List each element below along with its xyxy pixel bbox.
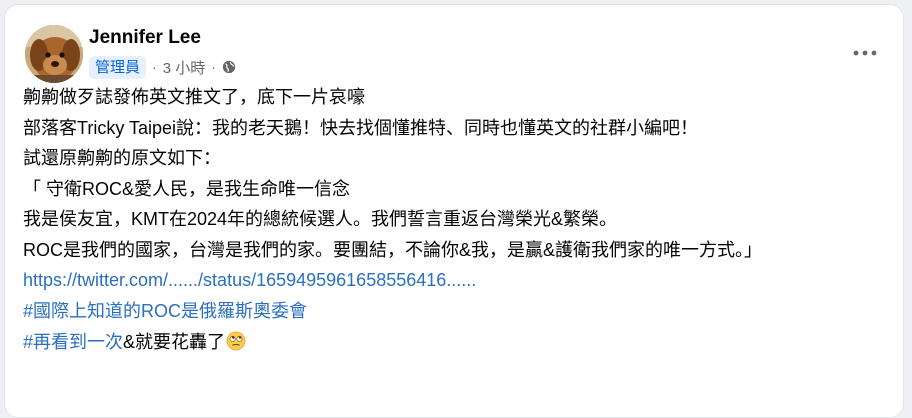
post-line: 「 守衛ROC&愛人民，是我生命唯一信念 — [23, 178, 351, 199]
hashtag-link[interactable]: #國際上知道的ROC是俄羅斯奧委會 — [23, 301, 307, 321]
rolling-eyes-emoji-icon — [226, 331, 246, 355]
more-horizontal-icon — [853, 50, 877, 56]
post-link-line: https://twitter.com/....../status/165949… — [23, 270, 885, 290]
twitter-link[interactable]: https://twitter.com/....../status/165949… — [23, 270, 476, 290]
post-line: ROC是我們的國家，台灣是我們的家。要團結，不論你&我，是贏&護衛我們家的唯一方… — [23, 239, 763, 260]
post-line: 齁齁做歹誌發佈英文推文了，底下一片哀嚎 — [23, 87, 365, 107]
post-line: 我是侯友宜，KMT在2024年的總統候選人。我們誓言重返台灣榮光&繁榮。 — [23, 209, 618, 229]
post-text: 齁齁做歹誌發佈英文推文了，底下一片哀嚎 部落客Tricky Taipei說：我的… — [23, 87, 885, 362]
post-card: Jennifer Lee 管理員 · 3 小時 · 齁齁做歹誌發佈英文推文了，底… — [4, 4, 904, 418]
dog-avatar-image — [25, 25, 83, 83]
role-badge[interactable]: 管理員 — [89, 55, 147, 79]
meta-separator: · — [152, 59, 157, 75]
meta-separator: · — [211, 59, 216, 75]
hashtag-link[interactable]: #再看到一次 — [23, 332, 123, 352]
avatar[interactable] — [25, 25, 83, 83]
post-meta: 管理員 · 3 小時 · — [89, 55, 236, 79]
author-name[interactable]: Jennifer Lee — [89, 27, 201, 49]
post-line: 部落客Tricky Taipei說：我的老天鵝！快去找個懂推特、同時也懂英文的社… — [23, 117, 699, 138]
post-time[interactable]: 3 小時 — [163, 57, 206, 78]
globe-icon[interactable] — [222, 60, 236, 74]
more-options-button[interactable] — [847, 35, 883, 71]
post-line: 試還原齁齁的原文如下： — [23, 148, 221, 168]
hashtag-line: #再看到一次&就要花轟了 — [23, 331, 885, 352]
post-line-tail: &就要花轟了 — [123, 332, 226, 352]
hashtag-line: #國際上知道的ROC是俄羅斯奧委會 — [23, 301, 885, 321]
post-header: Jennifer Lee 管理員 · 3 小時 · — [23, 21, 885, 85]
